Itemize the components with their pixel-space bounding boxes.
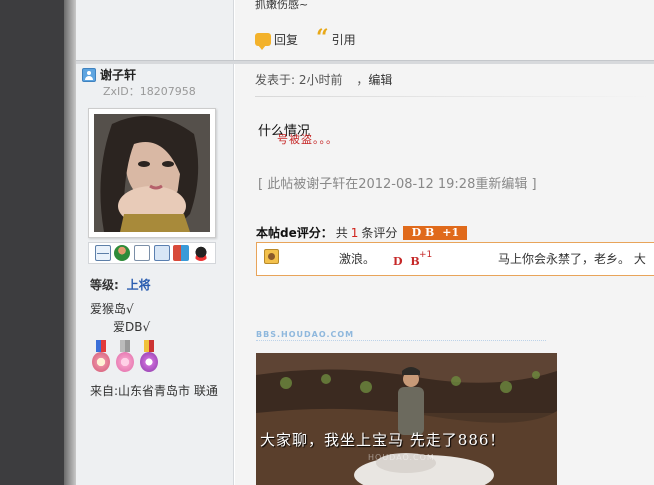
reply-button[interactable]: 回复 [255, 31, 299, 50]
author-level: 等级: 上将 [90, 276, 151, 293]
author-name-row: 谢子轩 [82, 66, 136, 83]
post-overlay-text: 号被盗。。。 [277, 133, 338, 146]
author-location: 来自:山东省青岛市 联通 [90, 384, 218, 398]
photo-caption: 大家聊，我坐上宝马 先走了886！ [260, 431, 506, 449]
previous-post-text: 抓嫩伤感~ [255, 0, 309, 11]
rater-avatar-icon[interactable] [264, 249, 279, 264]
reply-icon [255, 32, 271, 50]
signature-line-2: 爱DB√ [113, 320, 151, 334]
mail-icon[interactable] [94, 245, 111, 261]
rating-detail-box: 激浪。 D B +1 马上你会永禁了，老乡。 大 [256, 242, 654, 276]
quote-label: 引用 [331, 32, 356, 47]
post-separator [76, 60, 654, 64]
rating-count: 1 [350, 225, 359, 240]
author-name[interactable]: 谢子轩 [100, 66, 136, 83]
profile-doc-icon[interactable] [134, 245, 151, 261]
author-zxid: ZxID：18207958 [103, 85, 196, 98]
rating-badge-value: +1 [442, 226, 460, 239]
rating-reason: 马上你会永禁了，老乡。 大 [498, 252, 646, 266]
edit-link[interactable]: 编辑 [368, 73, 392, 87]
user-icon [82, 67, 96, 82]
rating-badge-unit: D B [411, 226, 435, 239]
add-friend-icon[interactable] [114, 245, 131, 261]
post-time: 发表于: 2小时前 [255, 73, 343, 87]
signature-line-1: 爱猴岛√ [90, 302, 134, 316]
post-meta: 发表于: 2小时前 ，编辑 [255, 71, 392, 88]
medal-heart-icon [114, 340, 136, 374]
avatar[interactable] [94, 114, 210, 232]
left-gutter [0, 0, 64, 485]
level-value[interactable]: 上将 [127, 278, 151, 292]
qq-icon[interactable] [193, 245, 210, 261]
avatar-frame [88, 108, 216, 238]
rating-total-suffix: 条评分 [361, 226, 398, 240]
photo-watermark: HOUDAO.COM [368, 453, 435, 462]
rating-total-prefix: 共 [335, 226, 348, 240]
meta-divider [255, 96, 654, 97]
avatar-photo [94, 114, 210, 232]
quote-icon: “ [316, 25, 329, 51]
medal-list [90, 340, 160, 374]
rating-label: 本帖de评分： [256, 226, 333, 240]
edit-note: [ 此帖被谢子轩在2012-08-12 19:28重新编辑 ] [258, 177, 537, 192]
reply-label: 回复 [274, 32, 299, 47]
rating-note: 激浪。 [339, 252, 376, 266]
previous-post-actions: 回复 “ 引用 [255, 25, 356, 51]
dotted-divider [256, 340, 546, 341]
card-icon[interactable] [153, 245, 170, 261]
post-image[interactable]: 大家聊，我坐上宝马 先走了886！ HOUDAO.COM [256, 353, 557, 485]
author-tools [88, 242, 216, 264]
blocks-icon[interactable] [173, 245, 190, 261]
rating-plus: +1 [419, 250, 433, 260]
gutter-shadow [64, 0, 76, 485]
medal-cake-icon [90, 340, 112, 374]
site-watermark: BBS.HOUDAO.COM [256, 330, 355, 339]
rating-summary: 本帖de评分： 共 1 条评分 D B +1 [256, 224, 468, 241]
rating-badge: D B +1 [403, 225, 468, 240]
quote-button[interactable]: “ 引用 [316, 25, 356, 51]
medal-badge-icon [138, 340, 160, 374]
level-label: 等级: [90, 278, 119, 292]
post-photo [256, 353, 557, 485]
rating-db: D B [393, 255, 422, 268]
meta-separator: ， [356, 73, 369, 87]
